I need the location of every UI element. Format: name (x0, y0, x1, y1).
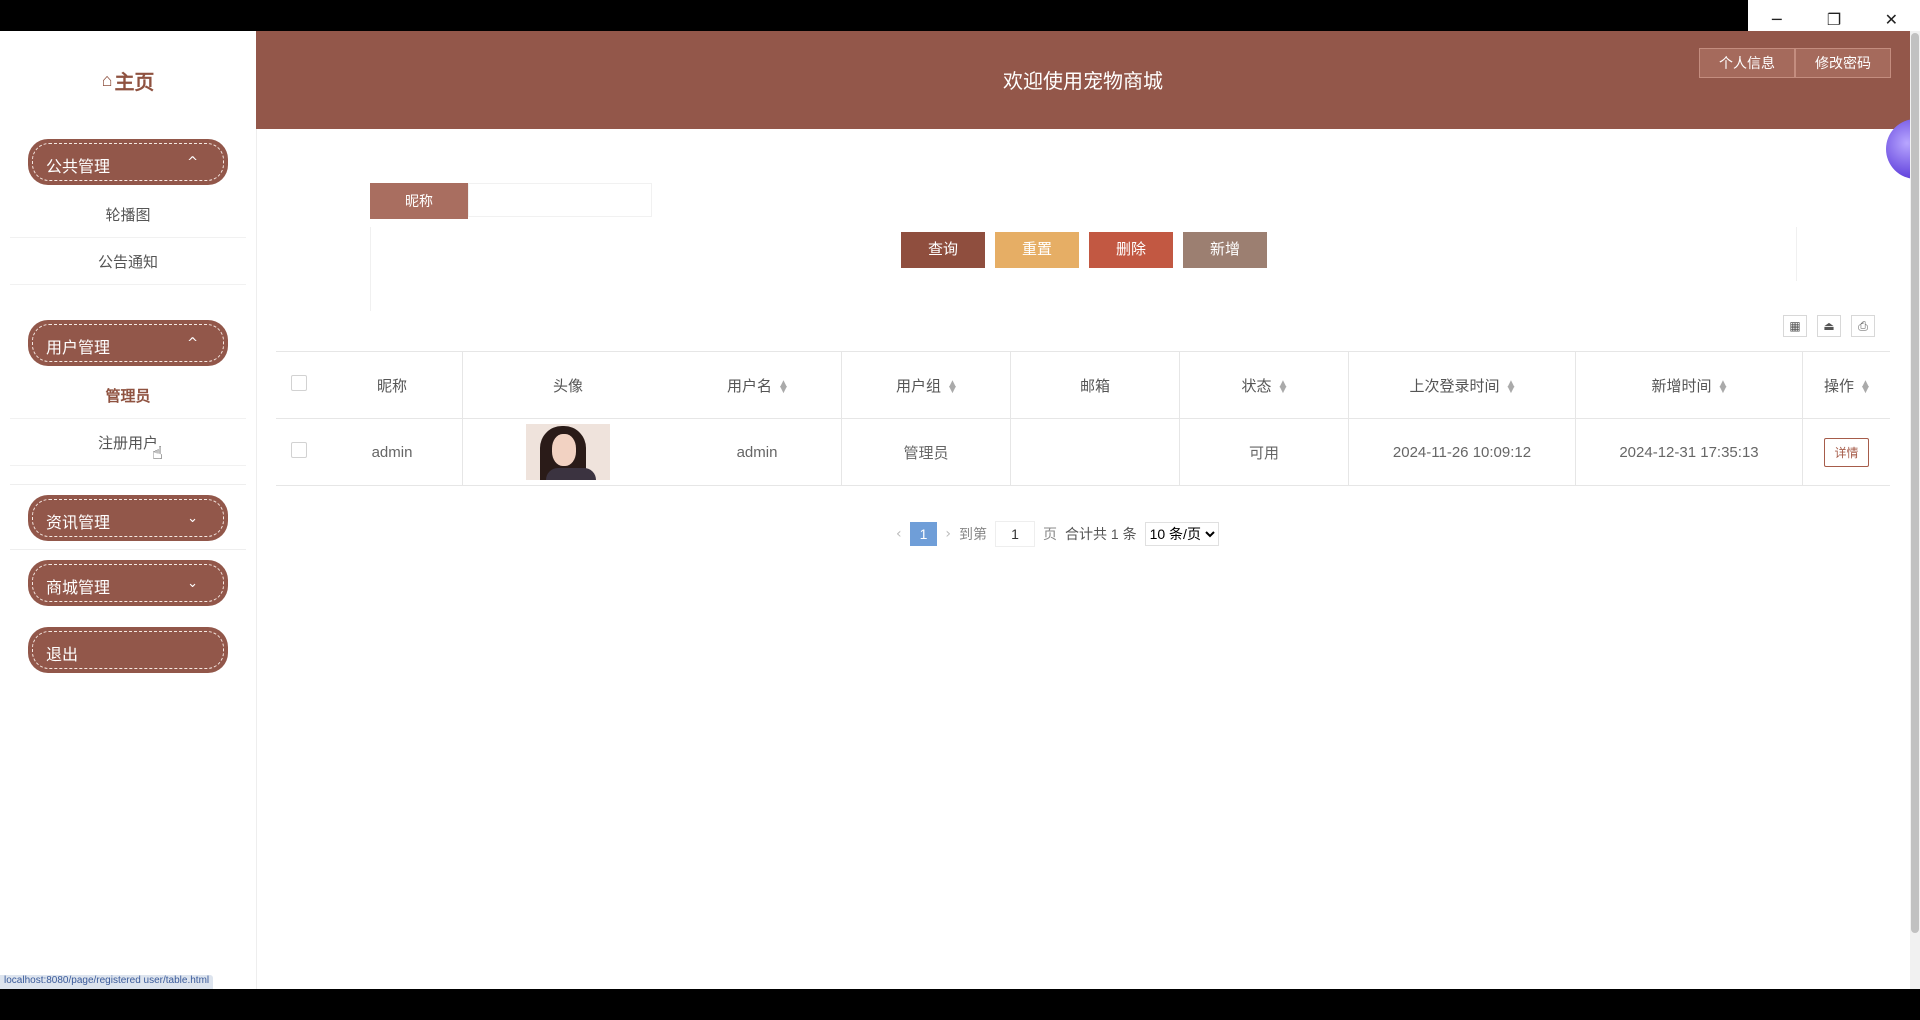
cell-actions: 详情 (1802, 418, 1890, 486)
table-header-row: 昵称 头像 用户名 ▲ ▼ 用户组 ▲ ▼ 邮箱 状态 ▲ ▼ 上次登录时间 ▲ ▼ 新增时间 ▲… (276, 351, 1890, 419)
chevron-down-icon: ⌄ (187, 575, 198, 591)
menu-group-label: 用户管理 (46, 340, 111, 357)
pointer-cursor-icon: ☝ (152, 443, 163, 463)
sort-icon[interactable]: ▲ ▼ (1720, 379, 1727, 394)
cell-status: 可用 (1179, 418, 1349, 486)
col-email: 邮箱 (1010, 351, 1180, 419)
print-icon[interactable]: ⎙ (1851, 315, 1875, 337)
col-avatar: 头像 (462, 351, 673, 419)
select-all-cell (276, 351, 322, 419)
logout-label: 退出 (46, 647, 79, 664)
menu-group-news[interactable]: 资讯管理 ⌄ (28, 495, 228, 541)
sidebar-item-registered-users[interactable]: 注册用户 (10, 419, 246, 466)
sidebar-item-notice[interactable]: 公告通知 (10, 238, 246, 285)
menu-group-label: 资讯管理 (46, 515, 111, 532)
menu-group-users[interactable]: 用户管理 ^ (28, 320, 228, 366)
sort-icon[interactable]: ▲ ▼ (949, 379, 956, 394)
cell-email (1010, 418, 1180, 486)
users-table: 昵称 头像 用户名 ▲ ▼ 用户组 ▲ ▼ 邮箱 状态 ▲ ▼ 上次登录时间 ▲ ▼ 新增时间 ▲… (276, 351, 1890, 486)
change-password-button[interactable]: 修改密码 (1795, 48, 1891, 78)
home-label: 主页 (114, 71, 155, 94)
sort-icon[interactable]: ▲ ▼ (1508, 379, 1515, 394)
col-username-label: 用户名 (727, 377, 773, 395)
cell-username: admin (673, 418, 842, 486)
profile-button[interactable]: 个人信息 (1699, 48, 1795, 78)
menu-group-label: 商城管理 (46, 580, 111, 597)
export-icon[interactable]: ⏏ (1817, 315, 1841, 337)
col-nickname: 昵称 (322, 351, 463, 419)
scrollbar[interactable] (1910, 31, 1920, 989)
page-suffix: 页 (1043, 526, 1058, 542)
query-button[interactable]: 查询 (901, 232, 985, 268)
col-last-login-label: 上次登录时间 (1409, 377, 1500, 395)
reset-button[interactable]: 重置 (995, 232, 1079, 268)
search-label: 昵称 (370, 183, 468, 219)
page-size-select[interactable]: 10 条/页 (1144, 522, 1219, 546)
next-page-icon[interactable]: › (945, 526, 951, 542)
detail-button[interactable]: 详情 (1824, 437, 1869, 467)
col-status-label: 状态 (1241, 377, 1272, 395)
table-row: admin admin 管理员 可用 2024-11-26 10:09:12 2… (276, 418, 1890, 486)
cell-created: 2024-12-31 17:35:13 (1575, 418, 1803, 486)
col-group-label: 用户组 (896, 377, 942, 395)
sort-icon[interactable]: ▲ ▼ (1862, 379, 1869, 394)
sort-icon[interactable]: ▲ ▼ (1280, 379, 1287, 394)
scrollbar-thumb[interactable] (1911, 33, 1919, 933)
add-button[interactable]: 新增 (1183, 232, 1267, 268)
cell-avatar (462, 418, 673, 486)
col-actions-label: 操作 (1824, 377, 1855, 395)
header-buttons: 个人信息 修改密码 (1699, 48, 1891, 78)
col-last-login[interactable]: 上次登录时间 ▲ ▼ (1348, 351, 1576, 419)
menu-group-public[interactable]: 公共管理 ^ (28, 139, 228, 185)
divider (370, 227, 371, 311)
columns-icon[interactable]: ▦ (1783, 315, 1807, 337)
page-title: 欢迎使用宠物商城 (1003, 71, 1163, 93)
cell-nickname: admin (322, 418, 463, 486)
col-actions[interactable]: 操作 ▲ ▼ (1802, 351, 1890, 419)
page-viewport: ⌂ 主页 公共管理 ^ 轮播图 公告通知 用户管理 ^ 管理员 注册用户 资讯管… (0, 31, 1920, 989)
avatar (526, 424, 610, 480)
chevron-down-icon: ⌄ (187, 510, 198, 526)
divider (1796, 227, 1797, 281)
goto-page-input[interactable] (995, 521, 1036, 547)
sidebar-item-carousel[interactable]: 轮播图 (10, 191, 246, 238)
pagination: ‹ 1 › 到第 页 合计共 1 条 10 条/页 (896, 521, 1219, 547)
status-url: localhost:8080/page/registered user/tabl… (0, 975, 214, 989)
chevron-up-icon: ^ (187, 335, 198, 351)
sidebar-item-admins[interactable]: 管理员 (10, 372, 246, 419)
col-status[interactable]: 状态 ▲ ▼ (1179, 351, 1349, 419)
col-group[interactable]: 用户组 ▲ ▼ (841, 351, 1011, 419)
menu-group-label: 公共管理 (46, 159, 111, 176)
action-buttons: 查询 重置 删除 新增 (901, 232, 1267, 268)
sidebar: ⌂ 主页 公共管理 ^ 轮播图 公告通知 用户管理 ^ 管理员 注册用户 资讯管… (0, 31, 257, 989)
menu-group-shop[interactable]: 商城管理 ⌄ (28, 560, 228, 606)
cell-group: 管理员 (841, 418, 1011, 486)
bottom-bar (0, 989, 1920, 1020)
nickname-search-input[interactable] (468, 183, 652, 217)
chevron-up-icon: ^ (187, 154, 198, 170)
home-icon: ⌂ (101, 69, 113, 90)
select-all-checkbox[interactable] (291, 375, 307, 391)
col-username[interactable]: 用户名 ▲ ▼ (673, 351, 842, 419)
logout-button[interactable]: 退出 (28, 627, 228, 673)
home-link[interactable]: ⌂ 主页 (0, 31, 256, 129)
sort-icon[interactable]: ▲ ▼ (780, 379, 787, 394)
row-checkbox[interactable] (291, 442, 307, 458)
total-count: 合计共 1 条 (1065, 526, 1137, 542)
header: 欢迎使用宠物商城 个人信息 修改密码 (256, 31, 1910, 129)
row-select-cell (276, 418, 322, 486)
cell-last-login: 2024-11-26 10:09:12 (1348, 418, 1576, 486)
top-bar (0, 0, 1920, 31)
delete-button[interactable]: 删除 (1089, 232, 1173, 268)
col-created[interactable]: 新增时间 ▲ ▼ (1575, 351, 1803, 419)
goto-label: 到第 (959, 526, 988, 542)
prev-page-icon[interactable]: ‹ (896, 526, 902, 542)
col-created-label: 新增时间 (1651, 377, 1712, 395)
current-page[interactable]: 1 (909, 522, 938, 546)
